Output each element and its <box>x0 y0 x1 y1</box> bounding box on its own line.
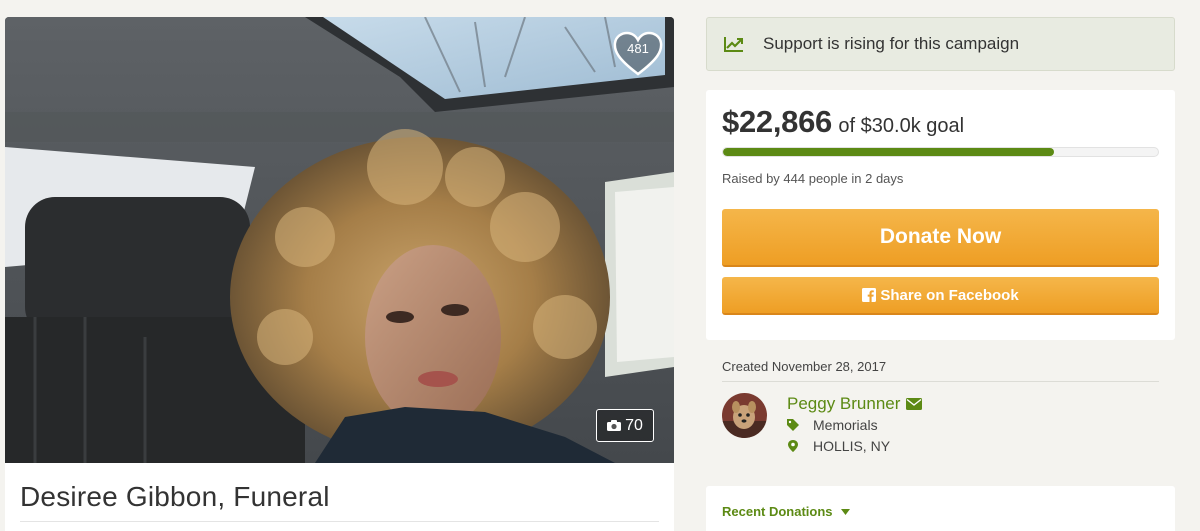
heart-button[interactable]: 481 <box>612 31 664 77</box>
campaign-location: HOLLIS, NY <box>787 438 890 454</box>
category-label[interactable]: Memorials <box>813 417 878 433</box>
organizer-avatar[interactable] <box>722 393 767 438</box>
map-marker-icon <box>788 440 798 452</box>
campaign-category: Memorials <box>787 417 878 433</box>
support-rising-text: Support is rising for this campaign <box>763 34 1020 53</box>
raised-by-text: Raised by 444 people in 2 days <box>722 171 904 186</box>
organizer-name-row: Peggy Brunner <box>787 394 923 414</box>
organizer-name[interactable]: Peggy Brunner <box>787 394 900 414</box>
created-date: Created November 28, 2017 <box>722 359 887 374</box>
donate-now-button[interactable]: Donate Now <box>722 209 1159 267</box>
photo-count: 70 <box>625 416 643 434</box>
trending-up-icon <box>724 37 743 52</box>
location-label: HOLLIS, NY <box>813 438 891 454</box>
organizer-divider <box>722 381 1159 382</box>
campaign-photo[interactable]: 481 70 <box>5 17 674 463</box>
title-divider <box>20 521 659 522</box>
campaign-title-card: Desiree Gibbon, Funeral <box>5 463 674 531</box>
progress-fill <box>723 148 1055 156</box>
amount-line: $22,866 of $30.0k goal <box>722 104 964 140</box>
share-facebook-button[interactable]: Share on Facebook <box>722 277 1159 315</box>
facebook-icon <box>862 288 877 302</box>
envelope-icon[interactable] <box>906 398 923 410</box>
goal-text: of $30.0k goal <box>838 115 965 137</box>
photo-gallery-button[interactable]: 70 <box>596 409 654 442</box>
donation-card: $22,866 of $30.0k goal Raised by 444 peo… <box>706 90 1175 340</box>
support-rising-banner: Support is rising for this campaign <box>706 17 1175 71</box>
campaign-photo-image <box>5 17 674 463</box>
recent-donations-card: Recent Donations <box>706 486 1175 531</box>
heart-count: 481 <box>627 41 649 56</box>
progress-bar <box>722 147 1159 157</box>
recent-donations-label: Recent Donations <box>722 504 833 519</box>
recent-donations-toggle[interactable]: Recent Donations <box>722 504 850 519</box>
camera-icon <box>607 420 622 431</box>
caret-down-icon <box>840 508 850 515</box>
avatar-image <box>722 393 767 438</box>
campaign-title: Desiree Gibbon, Funeral <box>20 481 330 512</box>
share-facebook-label: Share on Facebook <box>880 286 1019 304</box>
amount-raised: $22,866 <box>722 104 832 139</box>
tag-icon <box>787 419 799 431</box>
